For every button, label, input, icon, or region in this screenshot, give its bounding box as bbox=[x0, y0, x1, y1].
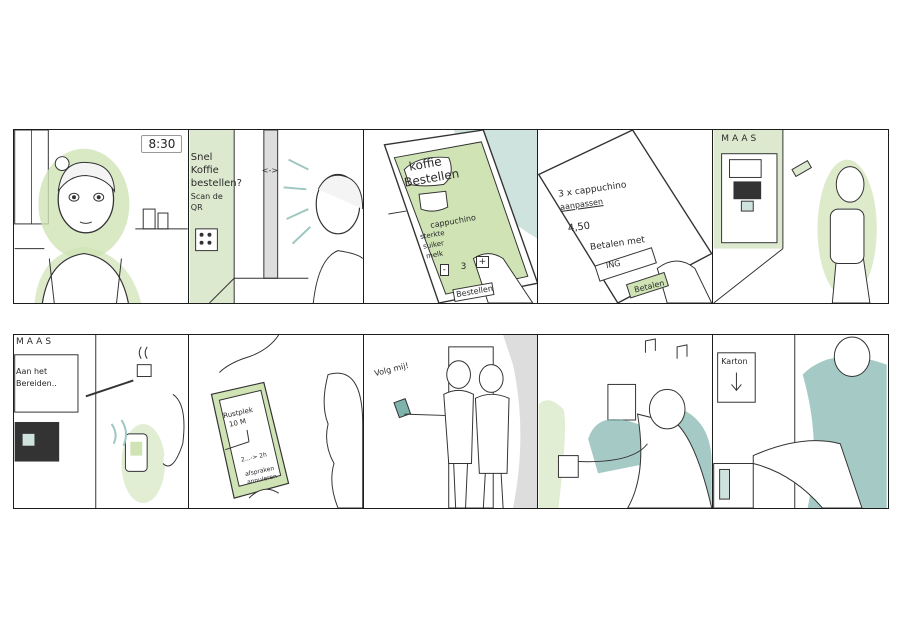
panel-6-preparing: MAAS Aan het Bereiden.. bbox=[13, 334, 190, 509]
panel-6-drawing bbox=[14, 335, 185, 508]
poster-line-3: bestellen? bbox=[190, 178, 242, 189]
panel-7-drawing bbox=[210, 335, 363, 508]
panel-2-drawing bbox=[189, 130, 363, 303]
panel-10-recycle: Karton bbox=[712, 334, 889, 509]
recycle-bin-sign: Karton bbox=[721, 357, 748, 366]
status-screen-line-2: Bereiden.. bbox=[16, 379, 57, 388]
poster-line-2: Koffie bbox=[190, 165, 219, 176]
maas-sign: MAAS bbox=[16, 337, 55, 347]
quantity-value: 3 bbox=[460, 262, 467, 272]
door-sign: <-> bbox=[261, 166, 279, 175]
panel-5-drawing bbox=[713, 130, 877, 303]
storyboard-top-row: 8:30 Snel Koffie bestellen? Scan de QR <… bbox=[13, 129, 889, 304]
panel-5-maas-machine: MAAS bbox=[712, 129, 889, 304]
panel-4-drawing bbox=[538, 130, 713, 303]
poster-line-5: QR bbox=[190, 203, 203, 212]
panel-8-follow-me: Volg mij! bbox=[362, 334, 539, 509]
poster-line-4: Scan de bbox=[190, 192, 223, 201]
quantity-plus-button[interactable]: + bbox=[475, 256, 490, 269]
panel-8-drawing bbox=[392, 335, 538, 508]
poster-line-1: Snel bbox=[190, 152, 213, 163]
status-screen-line-1: Aan het bbox=[16, 367, 48, 376]
quantity-minus-button[interactable]: - bbox=[439, 264, 449, 277]
panel-9-relax bbox=[537, 334, 714, 509]
panel-1-wake-up: 8:30 bbox=[13, 129, 190, 304]
panel-2-poster: Snel Koffie bestellen? Scan de QR <-> bbox=[187, 129, 365, 304]
storyboard-bottom-row: MAAS Aan het Bereiden.. Rustplek 10 M 2.… bbox=[13, 334, 889, 509]
maas-sign: MAAS bbox=[721, 134, 760, 144]
panel-3-order-screen: koffie Bestellen cappuchino sterkte suik… bbox=[362, 129, 539, 304]
alarm-clock-time: 8:30 bbox=[141, 135, 183, 153]
panel-1-drawing bbox=[14, 130, 188, 303]
panel-9-drawing bbox=[539, 335, 713, 508]
panel-7-map-phone: Rustplek 10 M 2...-> 2h afspraken annule… bbox=[187, 334, 365, 509]
panel-4-payment-screen: 3 x cappuchino aanpassen 4,50 Betalen me… bbox=[537, 129, 714, 304]
